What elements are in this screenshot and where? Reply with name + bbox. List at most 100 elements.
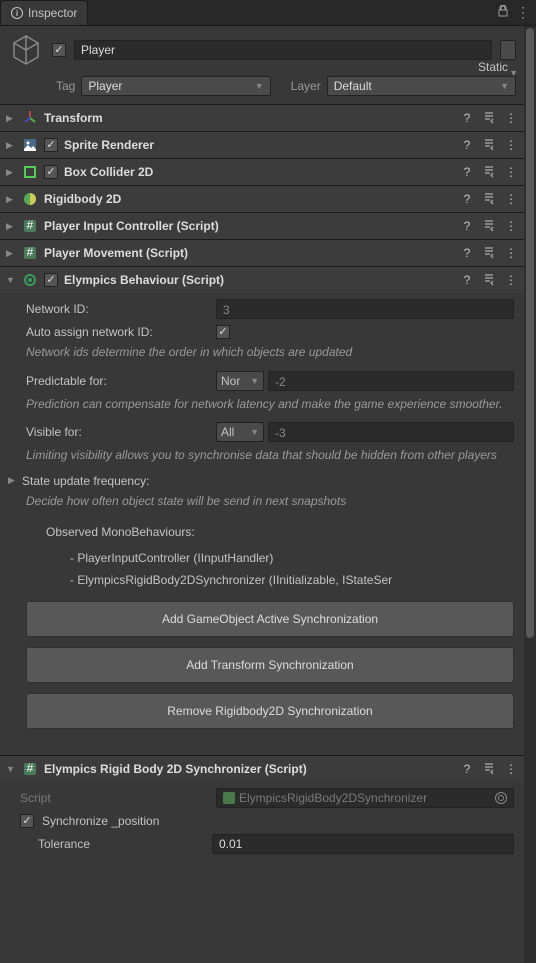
foldout-icon[interactable]: ▶ [8, 475, 18, 486]
sprite-icon [22, 137, 38, 153]
state-help-text: Decide how often object state will be se… [26, 494, 514, 510]
rigid-icon [22, 191, 38, 207]
component-title: Elympics Behaviour (Script) [64, 273, 454, 287]
scrollbar[interactable] [524, 26, 536, 963]
help-icon[interactable]: ? [460, 138, 474, 152]
transform-icon [22, 110, 38, 126]
info-icon: i [11, 7, 23, 19]
svg-text:#: # [27, 218, 34, 232]
component-enabled-checkbox[interactable] [44, 273, 58, 287]
script-icon: # [22, 245, 38, 261]
sync-position-label: Synchronize _position [42, 814, 159, 828]
elympics-icon [22, 272, 38, 288]
help-icon[interactable]: ? [460, 165, 474, 179]
network-id-label: Network ID: [26, 302, 212, 316]
auto-assign-label: Auto assign network ID: [26, 325, 212, 339]
tolerance-label: Tolerance [38, 837, 206, 851]
foldout-icon[interactable]: ▶ [6, 167, 16, 178]
scrollbar-thumb[interactable] [526, 28, 534, 638]
observed-label: Observed MonoBehaviours: [46, 525, 494, 539]
svg-text:#: # [27, 761, 34, 775]
network-help-text: Network ids determine the order in which… [26, 345, 514, 361]
component-enabled-checkbox[interactable] [44, 165, 58, 179]
tolerance-field[interactable] [212, 834, 514, 854]
layer-dropdown[interactable]: Default ▼ [327, 76, 516, 96]
foldout-icon[interactable]: ▶ [6, 248, 16, 259]
component-title: Rigidbody 2D [44, 192, 454, 206]
kebab-icon[interactable]: ⋮ [516, 4, 530, 21]
component-title: Transform [44, 111, 454, 125]
predictable-value[interactable]: -2 [268, 371, 514, 391]
menu-icon[interactable]: ⋮ [504, 273, 518, 287]
observed-item: - PlayerInputController (IInputHandler) [46, 547, 494, 569]
gameobject-enabled-checkbox[interactable] [52, 43, 66, 57]
menu-icon[interactable]: ⋮ [504, 138, 518, 152]
help-icon[interactable]: ? [460, 111, 474, 125]
help-icon[interactable]: ? [460, 219, 474, 233]
script-label: Script [20, 791, 212, 805]
lock-icon[interactable] [498, 5, 508, 20]
preset-icon[interactable] [482, 192, 496, 206]
foldout-icon[interactable]: ▶ [6, 140, 16, 151]
menu-icon[interactable]: ⋮ [504, 165, 518, 179]
component-title: Elympics Rigid Body 2D Synchronizer (Scr… [44, 762, 454, 776]
script-asset-icon [223, 792, 235, 804]
component-enabled-checkbox[interactable] [44, 138, 58, 152]
object-picker-icon[interactable] [495, 792, 507, 804]
help-icon[interactable]: ? [460, 192, 474, 206]
component-title: Box Collider 2D [64, 165, 454, 179]
component-title: Player Movement (Script) [44, 246, 454, 260]
layers-button[interactable] [500, 40, 516, 60]
component-title: Player Input Controller (Script) [44, 219, 454, 233]
help-icon[interactable]: ? [460, 273, 474, 287]
script-object-field[interactable]: ElympicsRigidBody2DSynchronizer [216, 788, 514, 808]
preset-icon[interactable] [482, 165, 496, 179]
component-title: Sprite Renderer [64, 138, 454, 152]
preset-icon[interactable] [482, 273, 496, 287]
help-icon[interactable]: ? [460, 246, 474, 260]
network-id-field[interactable]: 3 [216, 299, 514, 319]
state-freq-label: State update frequency: [22, 474, 149, 488]
preset-icon[interactable] [482, 111, 496, 125]
predictable-label: Predictable for: [26, 374, 212, 388]
foldout-icon[interactable]: ▶ [6, 113, 16, 124]
auto-assign-checkbox[interactable] [216, 325, 230, 339]
menu-icon[interactable]: ⋮ [504, 246, 518, 260]
foldout-icon[interactable]: ▶ [6, 194, 16, 205]
tab-title: Inspector [28, 6, 77, 20]
gameobject-name-input[interactable] [74, 40, 492, 60]
add-active-sync-button[interactable]: Add GameObject Active Synchronization [26, 601, 514, 637]
static-toggle[interactable]: Static ▼ [478, 60, 508, 74]
sync-position-checkbox[interactable] [20, 814, 34, 828]
visible-dropdown[interactable]: All▼ [216, 422, 264, 442]
menu-icon[interactable]: ⋮ [504, 192, 518, 206]
foldout-icon[interactable]: ▶ [6, 221, 16, 232]
menu-icon[interactable]: ⋮ [504, 111, 518, 125]
script-icon: # [22, 218, 38, 234]
inspector-tab[interactable]: i Inspector [0, 0, 88, 25]
predictable-dropdown[interactable]: Nor▼ [216, 371, 264, 391]
preset-icon[interactable] [482, 246, 496, 260]
tag-label: Tag [56, 79, 75, 93]
boxcol-icon [22, 164, 38, 180]
script-icon: # [22, 761, 38, 777]
predictable-help-text: Prediction can compensate for network la… [26, 397, 514, 413]
visible-value[interactable]: -3 [268, 422, 514, 442]
preset-icon[interactable] [482, 219, 496, 233]
observed-item: - ElympicsRigidBody2DSynchronizer (IInit… [46, 569, 494, 591]
help-icon[interactable]: ? [460, 762, 474, 776]
preset-icon[interactable] [482, 138, 496, 152]
tag-dropdown[interactable]: Player ▼ [81, 76, 270, 96]
visible-help-text: Limiting visibility allows you to synchr… [26, 448, 514, 464]
foldout-icon[interactable]: ▼ [6, 764, 16, 774]
menu-icon[interactable]: ⋮ [504, 762, 518, 776]
preset-icon[interactable] [482, 762, 496, 776]
remove-rigid-sync-button[interactable]: Remove Rigidbody2D Synchronization [26, 693, 514, 729]
add-transform-sync-button[interactable]: Add Transform Synchronization [26, 647, 514, 683]
svg-text:#: # [27, 245, 34, 259]
visible-label: Visible for: [26, 425, 212, 439]
gameobject-cube-icon[interactable] [8, 32, 44, 68]
menu-icon[interactable]: ⋮ [504, 219, 518, 233]
foldout-icon[interactable]: ▼ [6, 275, 16, 285]
layer-label: Layer [291, 79, 321, 93]
